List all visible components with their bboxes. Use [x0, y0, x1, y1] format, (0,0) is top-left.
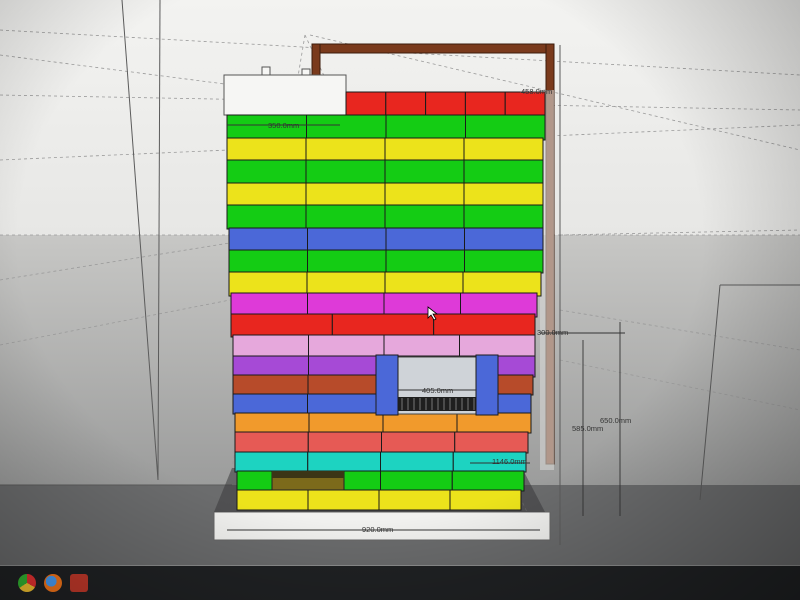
dim-base-width: 920.0mm [362, 525, 393, 534]
brick-cyan[interactable] [234, 451, 309, 473]
brick-green[interactable] [226, 204, 307, 230]
sketchup-icon[interactable] [70, 574, 88, 592]
brick-blue[interactable] [464, 227, 544, 253]
brick-red[interactable] [385, 91, 427, 116]
brick-green[interactable] [384, 204, 465, 230]
brick-yellow[interactable] [305, 137, 386, 163]
brick-blue[interactable] [385, 227, 465, 253]
brick-red[interactable] [425, 91, 466, 116]
brick-yellow[interactable] [305, 182, 386, 208]
brick-cyan[interactable] [380, 451, 454, 473]
brick-yellow[interactable] [226, 182, 307, 208]
brick-blue[interactable] [307, 227, 387, 253]
ash-pit-shadow [272, 471, 344, 478]
brick-yellow[interactable] [463, 182, 544, 208]
brick-blue[interactable] [307, 393, 377, 415]
brick-pink[interactable] [308, 334, 385, 357]
brick-yellow[interactable] [463, 137, 544, 163]
dim-top-width: 458.0mm [521, 87, 552, 96]
brick-coral[interactable] [454, 431, 529, 454]
brick-rows [226, 91, 546, 511]
brick-green[interactable] [463, 204, 544, 230]
brick-coral[interactable] [307, 431, 382, 454]
brick-orange[interactable] [234, 412, 310, 434]
brick-yellow[interactable] [384, 182, 465, 208]
brick-purple[interactable] [232, 355, 309, 378]
brick-green[interactable] [306, 114, 387, 141]
brick-green[interactable] [305, 159, 386, 185]
brick-green[interactable] [465, 114, 546, 141]
dim-right-height-inner: 585.0mm [572, 424, 603, 433]
dim-depth: 1146.0mm [492, 457, 527, 466]
brick-brown[interactable] [307, 374, 377, 396]
brick-red[interactable] [331, 313, 435, 338]
brick-blue[interactable] [232, 393, 308, 415]
brick-red[interactable] [433, 313, 536, 338]
dim-top-left: 350.0mm [268, 121, 299, 130]
brick-green[interactable] [380, 470, 453, 492]
taskbar [0, 566, 800, 600]
brick-yellow[interactable] [236, 489, 309, 511]
brick-yellow[interactable] [306, 271, 386, 297]
chrome-icon[interactable] [18, 574, 36, 592]
brick-orange[interactable] [382, 412, 458, 434]
brick-green[interactable] [384, 159, 465, 185]
brick-orange[interactable] [456, 412, 532, 434]
dim-door-width: 405.0mm [422, 386, 453, 395]
brick-green[interactable] [226, 159, 307, 185]
brick-blue[interactable] [497, 393, 532, 415]
brick-blue[interactable] [228, 227, 308, 253]
door-right-jamb[interactable] [475, 354, 499, 416]
brick-green[interactable] [307, 249, 387, 274]
brick-green[interactable] [451, 470, 525, 492]
screen: 458.0mm 350.0mm 300.0mm 405.0mm 650.0mm … [0, 0, 800, 600]
brick-yellow[interactable] [449, 489, 522, 511]
brick-green[interactable] [385, 249, 465, 274]
brick-coral[interactable] [381, 431, 456, 454]
brick-pink[interactable] [232, 334, 309, 357]
brick-yellow[interactable] [384, 271, 464, 297]
back-frame-top[interactable] [311, 43, 555, 54]
brick-purple[interactable] [497, 355, 536, 378]
brick-magenta[interactable] [230, 292, 308, 318]
brick-green[interactable] [343, 470, 381, 492]
brick-green[interactable] [236, 470, 273, 492]
firebox-opening[interactable] [375, 354, 499, 416]
firefox-icon[interactable] [44, 574, 62, 592]
top-white-box[interactable] [223, 74, 347, 116]
brick-magenta[interactable] [383, 292, 461, 318]
brick-green[interactable] [463, 159, 544, 185]
brick-green[interactable] [385, 114, 466, 141]
dim-right-height-outer: 650.0mm [600, 416, 631, 425]
brick-orange[interactable] [308, 412, 384, 434]
brick-brown[interactable] [497, 374, 534, 396]
brick-cyan[interactable] [307, 451, 381, 473]
brick-coral[interactable] [234, 431, 309, 454]
brick-red[interactable] [345, 91, 387, 116]
brick-yellow[interactable] [228, 271, 308, 297]
brick-yellow[interactable] [384, 137, 465, 163]
brick-yellow[interactable] [226, 137, 307, 163]
brick-red[interactable] [464, 91, 506, 116]
brick-yellow[interactable] [378, 489, 451, 511]
brick-red[interactable] [230, 313, 333, 338]
brick-green[interactable] [228, 249, 308, 274]
door-left-jamb[interactable] [375, 354, 399, 416]
brick-yellow[interactable] [307, 489, 380, 511]
brick-magenta[interactable] [307, 292, 385, 318]
brick-green[interactable] [464, 249, 544, 274]
brick-pink[interactable] [383, 334, 460, 357]
top-box-handle [301, 68, 311, 76]
dim-right-upper: 300.0mm [537, 328, 568, 337]
modeling-viewport[interactable]: 458.0mm 350.0mm 300.0mm 405.0mm 650.0mm … [0, 0, 800, 600]
brick-purple[interactable] [308, 355, 377, 378]
brick-brown[interactable] [232, 374, 309, 396]
brick-magenta[interactable] [460, 292, 538, 318]
top-box-handle [261, 66, 271, 76]
brick-yellow[interactable] [462, 271, 542, 297]
door-grate [398, 397, 476, 411]
brick-green[interactable] [305, 204, 386, 230]
brick-pink[interactable] [459, 334, 536, 357]
